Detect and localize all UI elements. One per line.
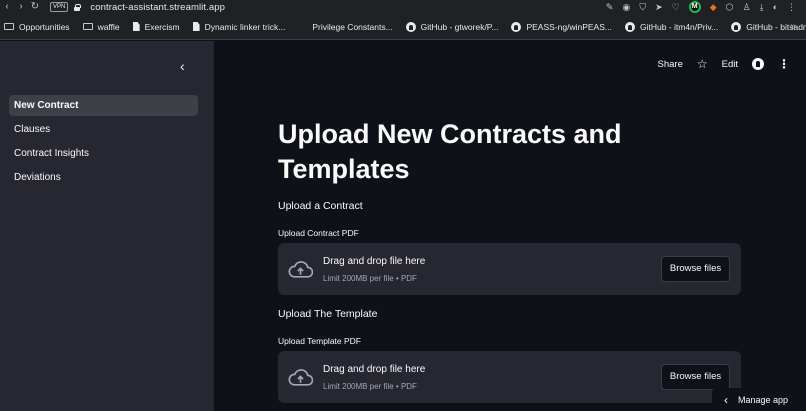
sidebar: ‹ New Contract Clauses Contract Insights… xyxy=(0,41,214,411)
sidebar-item-new-contract[interactable]: New Contract xyxy=(9,95,198,116)
toggle-icon[interactable]: ◐ xyxy=(773,2,778,12)
bookmark-item[interactable]: Opportunities xyxy=(4,22,70,32)
cube-icon[interactable]: ⬡ xyxy=(726,2,734,13)
sidebar-item-contract-insights[interactable]: Contract Insights xyxy=(9,143,198,164)
app-header-actions: Share ☆ Edit ⋮ xyxy=(658,57,791,71)
extension-m-icon[interactable]: M xyxy=(688,1,701,13)
github-icon xyxy=(624,21,635,32)
sidebar-item-clauses[interactable]: Clauses xyxy=(9,119,198,140)
section-heading-template: Upload The Template xyxy=(278,308,378,320)
chevron-left-icon: ‹ xyxy=(724,392,728,407)
manage-app-label: Manage app xyxy=(738,394,789,405)
menu-icon[interactable]: ⋮ xyxy=(787,2,796,13)
section-heading-contract: Upload a Contract xyxy=(278,200,363,212)
send-icon[interactable]: ➤ xyxy=(655,2,663,13)
folder-icon xyxy=(82,23,93,30)
uploader-label-template: Upload Template PDF xyxy=(278,336,361,346)
microsoft-icon xyxy=(298,22,307,31)
uploader-label-contract: Upload Contract PDF xyxy=(278,228,359,238)
github-icon xyxy=(405,21,416,32)
dropzone-limit: Limit 200MB per file • PDF xyxy=(323,382,417,391)
sidebar-nav: New Contract Clauses Contract Insights D… xyxy=(9,95,198,191)
bookmark-item[interactable]: PEASS-ng/winPEAS... xyxy=(511,21,612,32)
sidebar-item-deviations[interactable]: Deviations xyxy=(9,167,198,188)
bookmark-item[interactable]: GitHub - gtworek/P... xyxy=(405,21,498,32)
github-icon xyxy=(511,21,522,32)
browse-files-button[interactable]: Browse files xyxy=(661,256,730,282)
back-icon[interactable]: ‹ xyxy=(0,0,14,14)
more-options-icon[interactable]: ⋮ xyxy=(778,57,790,71)
bookmark-item[interactable]: waffle xyxy=(82,22,120,32)
forward-icon[interactable]: › xyxy=(14,0,28,14)
file-dropzone-contract[interactable]: Drag and drop file here Limit 200MB per … xyxy=(278,243,741,295)
user-icon[interactable]: ♙ xyxy=(743,2,751,13)
file-dropzone-template[interactable]: Drag and drop file here Limit 200MB per … xyxy=(278,351,741,403)
share-button[interactable]: Share xyxy=(658,59,683,70)
reload-icon[interactable]: ↻ xyxy=(28,0,42,14)
bookmark-item[interactable]: Privilege Constants... xyxy=(298,22,392,32)
bookmarks-overflow-icon[interactable]: » xyxy=(790,21,796,32)
heart-icon[interactable]: ♡ xyxy=(672,2,680,13)
page-title: Upload New Contracts and Templates xyxy=(278,119,622,184)
edit-icon[interactable]: ✎ xyxy=(606,2,614,13)
camera-icon[interactable]: ◉ xyxy=(622,2,630,13)
dropzone-instructions: Drag and drop file here xyxy=(323,256,426,267)
fox-icon[interactable]: ◆ xyxy=(710,2,717,13)
lock-icon[interactable] xyxy=(74,3,82,11)
browser-toolbar: ‹ › ↻ VPN contract-assistant.streamlit.a… xyxy=(0,0,806,14)
vpn-badge[interactable]: VPN xyxy=(50,2,69,12)
folder-icon xyxy=(4,23,14,30)
cloud-upload-icon xyxy=(288,261,313,278)
shield-icon[interactable]: ⛉ xyxy=(639,2,646,13)
github-icon[interactable] xyxy=(752,58,764,70)
dropzone-instructions: Drag and drop file here xyxy=(323,364,426,375)
bookmark-item[interactable]: GitHub - itm4n/Priv... xyxy=(624,21,718,32)
page-icon xyxy=(192,22,200,31)
collapse-sidebar-icon[interactable]: ‹ xyxy=(180,58,185,74)
bookmarks-bar: Opportunities waffle Exercism Dynamic li… xyxy=(0,14,806,40)
cloud-upload-icon xyxy=(288,369,313,386)
dropzone-limit: Limit 200MB per file • PDF xyxy=(323,274,417,283)
github-icon xyxy=(731,21,742,32)
bookmark-item[interactable]: Dynamic linker trick... xyxy=(192,22,285,32)
bookmark-item[interactable]: Exercism xyxy=(132,22,180,32)
address-bar[interactable]: contract-assistant.streamlit.app xyxy=(90,2,225,13)
page-icon xyxy=(132,22,140,31)
manage-app-button[interactable]: ‹ Manage app xyxy=(712,388,806,411)
star-icon[interactable]: ☆ xyxy=(697,57,708,71)
edit-button[interactable]: Edit xyxy=(722,59,738,70)
extensions-bar: ✎ ◉ ⛉ ➤ ♡ M ◆ ⬡ ♙ ⤓ ◐ ⋮ xyxy=(606,0,796,14)
download-icon[interactable]: ⤓ xyxy=(760,2,764,13)
browse-files-button[interactable]: Browse files xyxy=(661,364,730,390)
